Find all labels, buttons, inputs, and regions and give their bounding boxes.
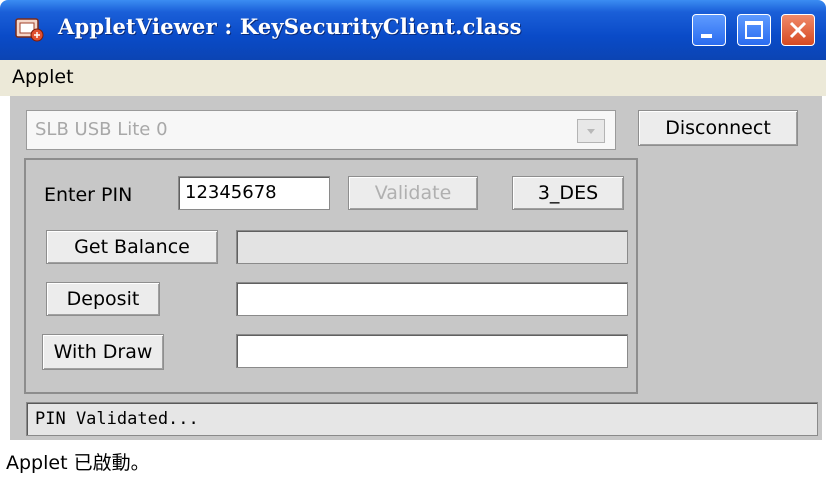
- minimize-button[interactable]: [692, 14, 726, 46]
- java-applet-icon: [14, 15, 44, 43]
- title-bar[interactable]: AppletViewer : KeySecurityClient.class: [0, 0, 826, 60]
- dropdown-button[interactable]: [577, 119, 605, 143]
- close-button[interactable]: [781, 14, 815, 46]
- withdraw-amount-input[interactable]: [236, 334, 628, 368]
- chevron-down-icon: [587, 129, 595, 134]
- reader-select-value: SLB USB Lite 0: [35, 119, 168, 140]
- menu-item-applet[interactable]: Applet: [12, 66, 74, 88]
- get-balance-button[interactable]: Get Balance: [46, 230, 218, 264]
- 3des-button[interactable]: 3_DES: [512, 176, 624, 210]
- pin-label: Enter PIN: [44, 184, 133, 206]
- reader-select[interactable]: SLB USB Lite 0: [26, 110, 616, 150]
- disconnect-button[interactable]: Disconnect: [638, 110, 798, 146]
- status-message: PIN Validated...: [26, 402, 818, 436]
- menu-bar: Applet: [0, 60, 826, 96]
- balance-field: [236, 230, 628, 264]
- minimize-icon: [701, 34, 712, 38]
- validate-button[interactable]: Validate: [348, 176, 478, 210]
- maximize-icon: [745, 21, 763, 39]
- withdraw-button[interactable]: With Draw: [42, 334, 164, 370]
- deposit-amount-input[interactable]: [236, 282, 628, 316]
- applet-status-bar: Applet 已啟動。: [6, 452, 150, 474]
- window-title: AppletViewer : KeySecurityClient.class: [58, 14, 522, 39]
- applet-window: AppletViewer : KeySecurityClient.class A…: [0, 0, 826, 480]
- deposit-button[interactable]: Deposit: [46, 282, 160, 316]
- close-icon: [789, 21, 807, 39]
- maximize-button[interactable]: [737, 14, 771, 46]
- pin-input[interactable]: 12345678: [178, 176, 330, 210]
